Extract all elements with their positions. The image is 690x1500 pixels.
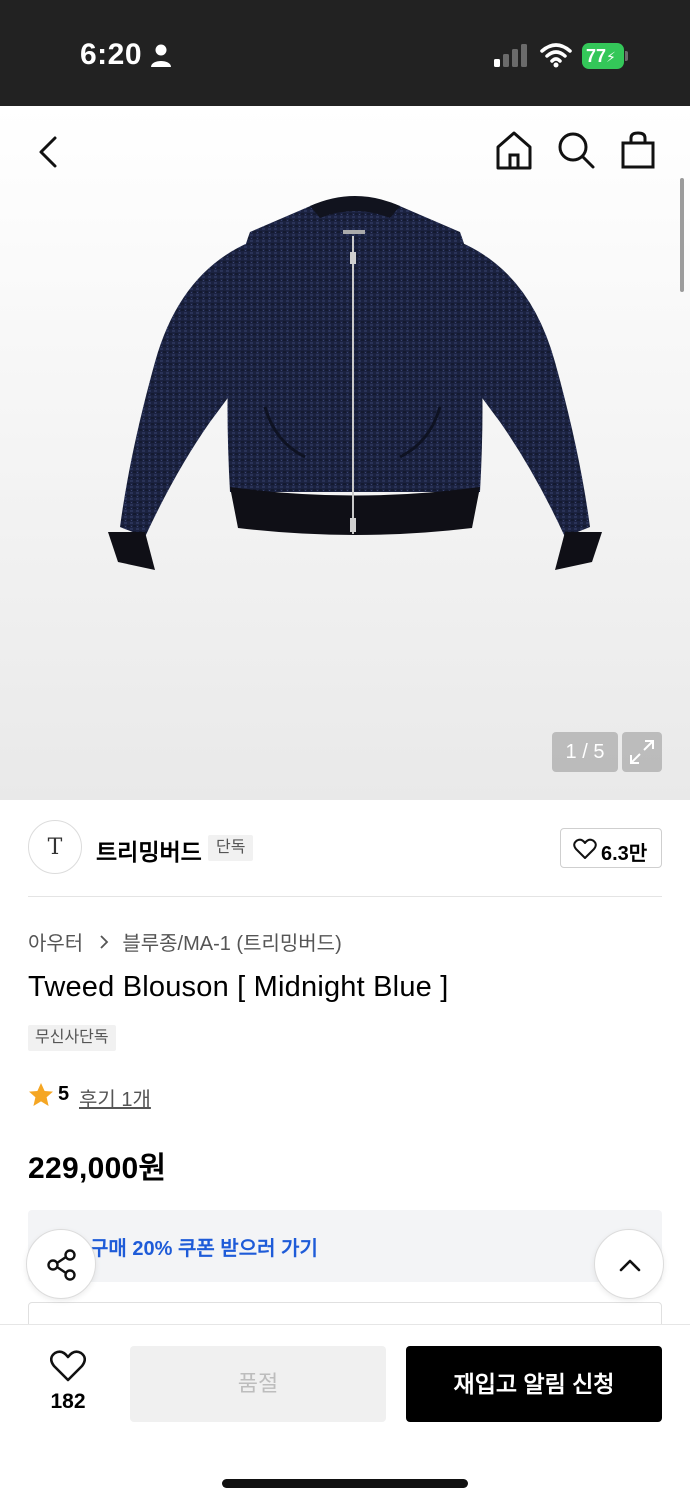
product-image-gallery[interactable]: 1 / 5 bbox=[0, 106, 690, 800]
chevron-right-icon bbox=[100, 934, 109, 949]
rating-value: 5 bbox=[58, 1083, 70, 1105]
brand-exclusive-badge: 단독 bbox=[208, 835, 254, 861]
coupon-banner[interactable]: 구매 20% 쿠폰 받으러 가기 bbox=[28, 1210, 662, 1282]
person-icon bbox=[151, 44, 171, 67]
share-button[interactable] bbox=[26, 1229, 96, 1299]
brand-like-count: 6.3만 bbox=[601, 843, 648, 865]
expand-icon bbox=[630, 740, 654, 764]
breadcrumb: 아우터 블루종/MA-1 (트리밍버드) bbox=[28, 927, 342, 956]
shopping-bag-icon[interactable] bbox=[616, 128, 660, 172]
chevron-up-icon bbox=[619, 1259, 641, 1272]
heart-icon bbox=[573, 838, 597, 859]
musinsa-exclusive-badge: 무신사단독 bbox=[28, 1025, 116, 1051]
wishlist-heart-icon[interactable] bbox=[50, 1349, 86, 1383]
brand-name[interactable]: 트리밍버드 bbox=[96, 833, 202, 867]
back-icon[interactable] bbox=[28, 130, 72, 174]
product-title: Tweed Blouson [ Midnight Blue ] bbox=[28, 971, 449, 1003]
bottom-action-bar: 182 품절 재입고 알림 신청 bbox=[0, 1324, 690, 1500]
signal-icon bbox=[494, 44, 527, 67]
gallery-page-counter: 1 / 5 bbox=[552, 732, 618, 772]
brand-like-button[interactable]: 6.3만 bbox=[560, 828, 662, 868]
divider bbox=[28, 896, 662, 897]
product-image[interactable] bbox=[100, 192, 610, 578]
status-time: 6:20 bbox=[80, 38, 143, 71]
brand-logo[interactable]: T bbox=[28, 820, 82, 874]
status-bar: 6:20 77⚡ bbox=[0, 0, 690, 106]
battery-charging-icon: 77⚡ bbox=[582, 43, 628, 69]
breadcrumb-category[interactable]: 아우터 bbox=[28, 933, 83, 955]
star-icon bbox=[29, 1083, 53, 1106]
breadcrumb-subcategory[interactable]: 블루종/MA-1 (트리밍버드) bbox=[122, 933, 341, 955]
home-indicator bbox=[222, 1479, 468, 1488]
share-icon bbox=[47, 1249, 76, 1281]
expand-button[interactable] bbox=[622, 732, 662, 772]
scrollbar-thumb[interactable] bbox=[680, 178, 684, 292]
battery-level: 77 bbox=[586, 46, 607, 66]
search-icon[interactable] bbox=[554, 128, 598, 172]
soldout-button: 품절 bbox=[130, 1346, 386, 1422]
scroll-top-button[interactable] bbox=[594, 1229, 664, 1299]
restock-alert-button[interactable]: 재입고 알림 신청 bbox=[406, 1346, 662, 1422]
home-icon[interactable] bbox=[492, 128, 536, 172]
wifi-icon bbox=[540, 43, 572, 68]
coupon-text[interactable]: 구매 20% 쿠폰 받으러 가기 bbox=[90, 1232, 318, 1261]
wishlist-count: 182 bbox=[50, 1390, 86, 1413]
product-price: 229,000원 bbox=[28, 1152, 167, 1185]
review-link[interactable]: 후기 1개 bbox=[79, 1083, 151, 1112]
